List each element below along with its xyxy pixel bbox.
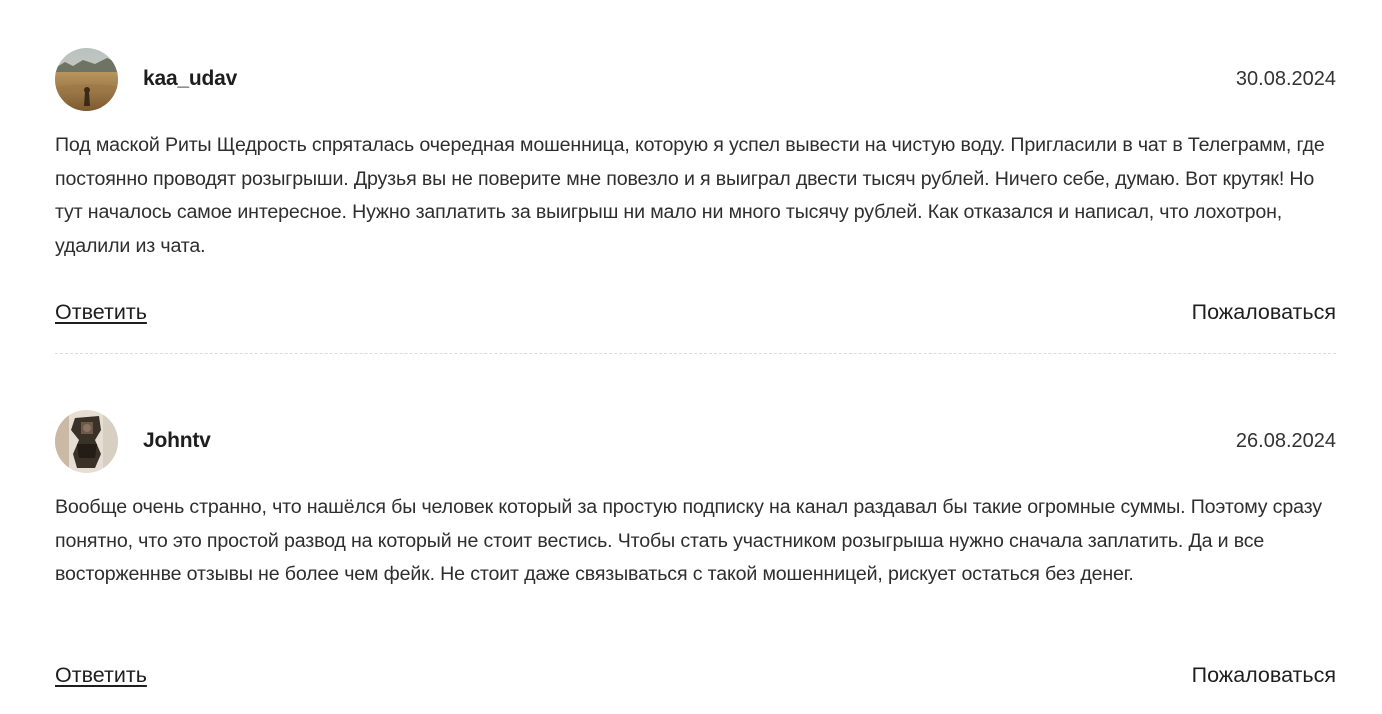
- comment-text: Под маской Риты Щедрость спряталась очер…: [55, 134, 1325, 257]
- reply-link[interactable]: Ответить: [55, 663, 147, 688]
- comment-actions: Ответить Пожаловаться: [55, 300, 1336, 330]
- comment-date: 30.08.2024: [1235, 68, 1336, 90]
- complain-link[interactable]: Пожаловаться: [1192, 663, 1336, 688]
- comment-date: 26.08.2024: [1235, 430, 1336, 452]
- reply-link[interactable]: Ответить: [55, 300, 147, 325]
- comment-author: Johntv: [143, 429, 211, 452]
- avatar: [55, 410, 118, 473]
- avatar: [55, 48, 118, 111]
- complain-link[interactable]: Пожаловаться: [1192, 300, 1336, 325]
- comment-text: Вообще очень странно, что нашёлся бы чел…: [55, 496, 1322, 585]
- comment-actions: Ответить Пожаловаться: [55, 663, 1336, 693]
- comment: Johntv 26.08.2024 Вообще очень странно, …: [55, 410, 1336, 687]
- comment-divider: [55, 353, 1336, 354]
- comment-header: Johntv 26.08.2024: [55, 410, 1336, 473]
- comment: kaa_udav 30.08.2024 Под маской Риты Щедр…: [55, 48, 1336, 324]
- comment-author: kaa_udav: [143, 67, 238, 90]
- comments-list: kaa_udav 30.08.2024 Под маской Риты Щедр…: [0, 0, 1382, 714]
- comment-header: kaa_udav 30.08.2024: [55, 48, 1336, 111]
